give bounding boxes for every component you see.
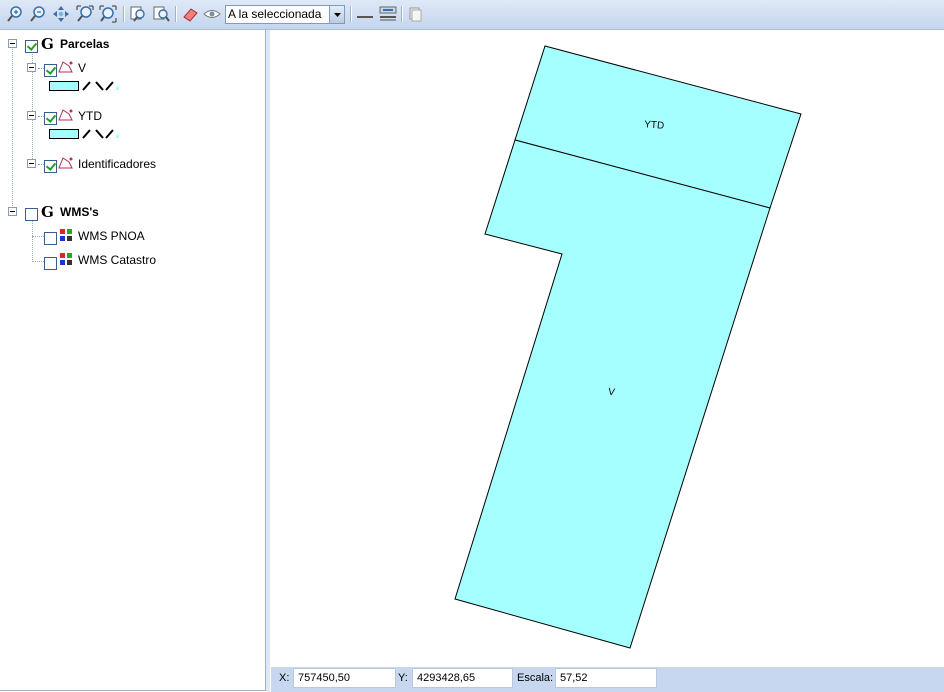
- scale-label: Escala:: [517, 672, 554, 684]
- wms-layer-icon: [60, 253, 72, 265]
- layer-wms-catastro-checkbox[interactable]: [44, 257, 57, 270]
- y-coordinate-label: Y:: [398, 672, 408, 684]
- scale-select-value: A la seleccionada: [228, 7, 322, 21]
- collapse-icon[interactable]: [27, 111, 36, 120]
- collapse-icon[interactable]: [27, 63, 36, 72]
- tree-line: [12, 47, 13, 212]
- layer-wms-catastro-label: WMS Catastro: [78, 253, 157, 267]
- scale-field[interactable]: 57,52: [555, 668, 657, 688]
- wms-layer-icon: [60, 229, 72, 241]
- group-parcelas-checkbox[interactable]: [25, 40, 38, 53]
- chevron-down-icon[interactable]: [329, 6, 344, 23]
- layer-v-label: V: [78, 61, 87, 75]
- collapse-icon[interactable]: [8, 39, 17, 48]
- fill-symbol-swatch: [49, 81, 79, 91]
- status-bar: X: 757450,50 Y: 4293428,65 Escala: 57,52: [271, 667, 944, 692]
- scale-select[interactable]: A la seleccionada: [225, 5, 345, 24]
- copy-icon[interactable]: [406, 5, 424, 23]
- layer-ytd-checkbox[interactable]: [44, 112, 57, 125]
- x-coordinate-label: X:: [279, 672, 290, 684]
- layer-ytd-label: YTD: [78, 109, 102, 123]
- vector-layer-icon: [58, 157, 73, 169]
- toolbar: A la seleccionada: [0, 0, 944, 30]
- line-symbol-icon: [82, 129, 119, 139]
- parcel-ytd-label: YTD: [644, 119, 665, 131]
- scale-value: 57,52: [560, 672, 588, 684]
- fill-symbol-swatch: [49, 129, 79, 139]
- group-parcelas-label: Parcelas: [60, 37, 110, 51]
- zoom-extent-icon[interactable]: [76, 5, 94, 23]
- group-icon: G: [41, 203, 54, 221]
- x-coordinate-field: 757450,50: [293, 668, 396, 688]
- layout-icon[interactable]: [379, 5, 397, 23]
- y-coordinate-value: 4293428,65: [417, 672, 476, 684]
- collapse-icon[interactable]: [27, 159, 36, 168]
- eraser-icon[interactable]: [181, 5, 199, 23]
- zoom-in-icon[interactable]: [6, 5, 24, 23]
- tree-line: [32, 220, 33, 262]
- vector-layer-icon: [58, 61, 73, 73]
- x-coordinate-value: 757450,50: [298, 672, 350, 684]
- eye-icon[interactable]: [203, 5, 221, 23]
- vector-layer-icon: [58, 109, 73, 121]
- collapse-icon[interactable]: [8, 207, 17, 216]
- zoom-out-icon[interactable]: [29, 5, 47, 23]
- panel-splitter[interactable]: [266, 30, 270, 692]
- layer-tree-panel: G Parcelas V YTD Identificadores G WMS's: [0, 30, 266, 691]
- group-wms-label: WMS's: [60, 205, 99, 219]
- y-coordinate-field: 4293428,65: [412, 668, 513, 688]
- zoom-full-icon[interactable]: [99, 5, 117, 23]
- layer-wms-pnoa-checkbox[interactable]: [44, 232, 57, 245]
- layer-identificadores-label: Identificadores: [78, 157, 157, 171]
- map-canvas[interactable]: YTD V: [271, 30, 944, 667]
- zoom-next-icon[interactable]: [152, 5, 170, 23]
- map-drawing[interactable]: YTD V: [271, 30, 944, 667]
- group-wms-checkbox[interactable]: [25, 208, 38, 221]
- line-icon[interactable]: [356, 5, 374, 23]
- layer-v-checkbox[interactable]: [44, 64, 57, 77]
- tree-line: [32, 261, 44, 262]
- zoom-previous-icon[interactable]: [129, 5, 147, 23]
- layer-wms-pnoa-label: WMS PNOA: [78, 229, 145, 243]
- pan-icon[interactable]: [52, 5, 70, 23]
- line-symbol-icon: [82, 81, 119, 91]
- layer-identificadores-checkbox[interactable]: [44, 160, 57, 173]
- tree-line: [32, 236, 44, 237]
- group-icon: G: [41, 35, 54, 53]
